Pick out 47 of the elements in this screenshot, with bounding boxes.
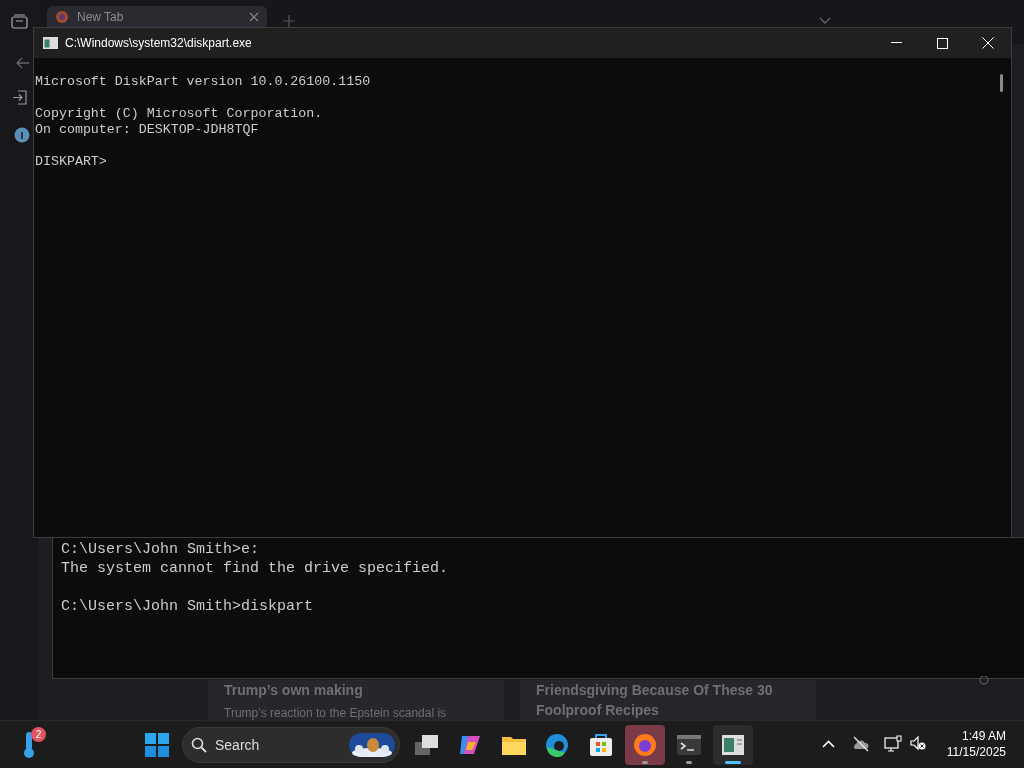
maximize-icon xyxy=(936,37,948,49)
shopping-bag-icon xyxy=(589,733,613,757)
console-line: DISKPART> xyxy=(35,154,107,170)
console-line: Microsoft DiskPart version 10.0.26100.1150 xyxy=(35,74,371,90)
console-line: On computer: DESKTOP-JDH8TQF xyxy=(35,122,259,138)
tab-list-icon[interactable] xyxy=(11,14,28,29)
tab-title: New Tab xyxy=(77,8,125,26)
console-line: C:\Users\John Smith>diskpart xyxy=(61,597,314,616)
browser-logo-icon xyxy=(55,9,69,24)
globe-logo-icon xyxy=(633,733,657,757)
thermometer-icon[interactable] xyxy=(22,731,36,759)
news-headline: Friendsgiving Because Of These 30 Foolproof Recipes xyxy=(536,681,774,720)
date-text: 11/15/2025 xyxy=(946,744,1006,760)
time-text: 1:49 AM xyxy=(960,728,1006,744)
sign-in-icon[interactable] xyxy=(12,90,27,105)
back-icon[interactable] xyxy=(16,57,30,69)
news-card[interactable]: Friendsgiving Because Of These 30 Foolproof Recipes xyxy=(520,680,816,720)
search-box[interactable]: Search xyxy=(182,727,400,763)
four-squares-icon xyxy=(145,733,169,757)
clock[interactable]: 1:49 AM 11/15/2025 xyxy=(946,728,1006,760)
ribbon-logo-icon xyxy=(458,734,482,756)
news-card[interactable]: Trump’s own making Trump’s reaction to the Epstein scandal is xyxy=(208,680,504,720)
console-line: Copyright (C) Microsoft Corporation. xyxy=(35,106,323,122)
scrollbar-thumb[interactable] xyxy=(1000,74,1003,92)
console-line: The system cannot find the drive specified. xyxy=(61,559,449,578)
close-icon xyxy=(982,37,994,49)
console-app-icon xyxy=(43,37,58,49)
folder-icon xyxy=(502,735,526,755)
speaker-muted-icon[interactable] xyxy=(910,736,926,751)
console-app-icon xyxy=(722,735,744,755)
console-line: C:\Users\John Smith>e: xyxy=(61,540,260,559)
chevron-down-icon[interactable] xyxy=(819,17,831,25)
news-headline: Trump’s own making xyxy=(224,681,363,700)
cloud-off-icon[interactable] xyxy=(852,736,870,752)
minimize-icon xyxy=(890,42,902,44)
stacked-windows-icon xyxy=(415,734,439,756)
search-icon xyxy=(191,737,207,753)
news-snippet: Trump’s reaction to the Epstein scandal is xyxy=(224,706,447,720)
info-icon[interactable] xyxy=(14,127,30,143)
window-title: C:\Windows\system32\diskpart.exe xyxy=(65,35,252,52)
taskbar-app-button[interactable] xyxy=(713,725,753,765)
terminal-icon xyxy=(677,735,701,755)
chevron-up-icon[interactable] xyxy=(822,740,835,748)
browser-tab[interactable]: New Tab xyxy=(47,6,267,27)
swirl-logo-icon xyxy=(545,733,569,757)
network-icon[interactable] xyxy=(884,735,902,752)
close-icon[interactable] xyxy=(249,11,259,22)
